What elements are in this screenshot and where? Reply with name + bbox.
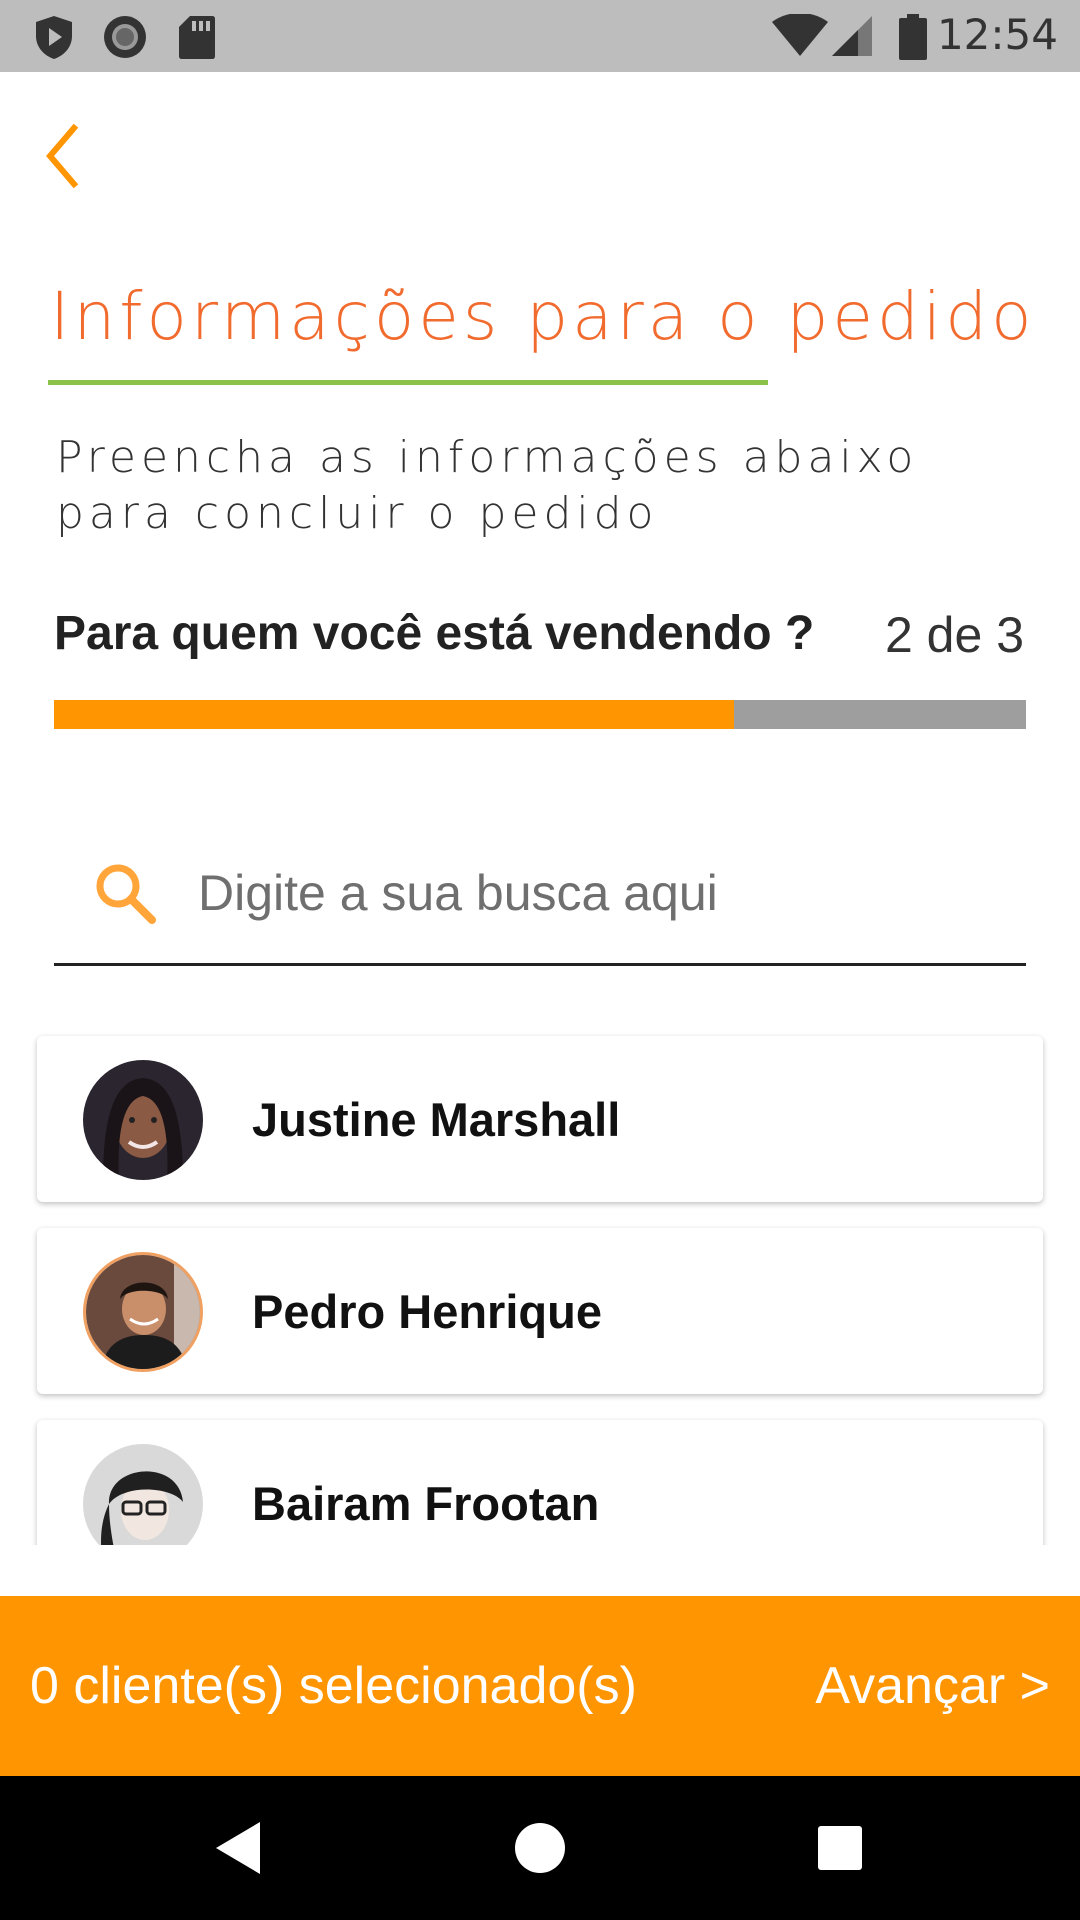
client-name: Pedro Henrique (252, 1285, 602, 1338)
page-title: Informações para o pedido (50, 278, 1036, 355)
circle-record-icon (104, 16, 146, 58)
client-card[interactable]: Bairam Frootan (37, 1420, 1043, 1545)
sd-card-icon (179, 16, 215, 59)
back-triangle-icon[interactable] (208, 1816, 272, 1880)
client-name: Bairam Frootan (252, 1477, 600, 1530)
search-input[interactable] (198, 848, 998, 938)
selection-footer: 0 cliente(s) selecionado(s) Avançar > (0, 1596, 1080, 1776)
home-circle-icon[interactable] (508, 1816, 572, 1880)
wifi-icon (772, 14, 828, 56)
client-card[interactable]: Justine Marshall (37, 1036, 1043, 1202)
title-underline (48, 380, 768, 385)
avatar (83, 1444, 203, 1545)
avatar (83, 1060, 203, 1180)
shield-play-icon (36, 16, 72, 59)
search-icon (96, 864, 156, 924)
page-subtitle: Preencha as informações abaixo para conc… (56, 432, 919, 539)
client-name: Justine Marshall (252, 1093, 621, 1146)
step-progress-bar (54, 700, 1026, 729)
selected-count: 0 cliente(s) selecionado(s) (30, 1657, 637, 1715)
client-card[interactable]: Pedro Henrique (37, 1228, 1043, 1394)
step-progress-fill (54, 700, 735, 729)
chevron-left-icon (46, 123, 79, 189)
back-button[interactable] (38, 120, 100, 192)
next-button[interactable]: Avançar > (815, 1656, 1050, 1716)
clock-time: 12:54 (936, 10, 1058, 59)
system-nav-bar (0, 1776, 1080, 1920)
search-box[interactable] (54, 840, 1026, 966)
avatar (83, 1252, 203, 1372)
step-question: Para quem você está vendendo ? (54, 607, 815, 660)
battery-icon (899, 14, 927, 60)
recents-square-icon[interactable] (808, 1816, 872, 1880)
client-list[interactable]: Justine Marshall Pedro Henrique Bairam F… (0, 1030, 1080, 1545)
step-counter: 2 de 3 (884, 607, 1024, 663)
signal-icon (832, 16, 872, 56)
status-bar: 12:54 (0, 0, 1080, 72)
